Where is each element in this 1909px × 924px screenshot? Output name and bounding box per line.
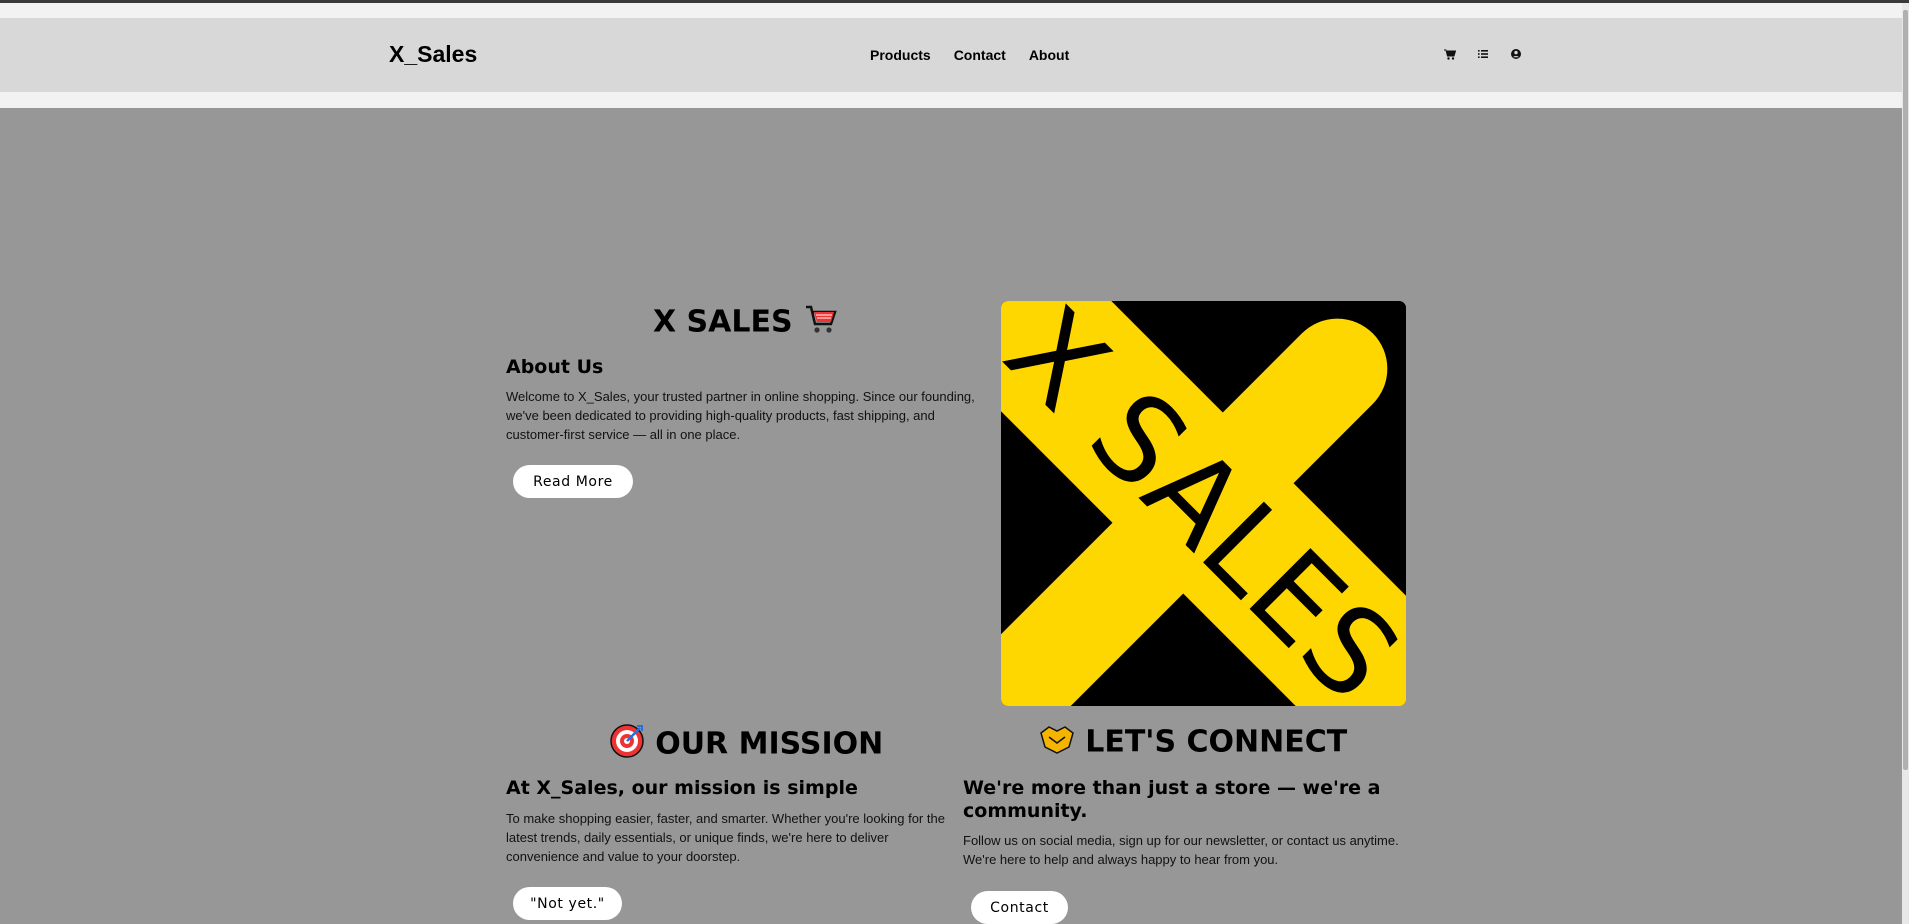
nav-about[interactable]: About bbox=[1029, 47, 1069, 63]
connect-title: LET'S CONNECT bbox=[963, 723, 1423, 763]
connect-text: Follow us on social media, sign up for o… bbox=[963, 833, 1399, 867]
shopping-cart-icon bbox=[803, 302, 839, 344]
navbar-bottom-strip bbox=[0, 92, 1902, 108]
mission-text: To make shopping easier, faster, and sma… bbox=[506, 811, 945, 864]
scrollbar-thumb[interactable] bbox=[1903, 10, 1908, 770]
top-strip bbox=[0, 3, 1902, 18]
user-icon[interactable] bbox=[1509, 47, 1523, 61]
about-text: Welcome to X_Sales, your trusted partner… bbox=[506, 389, 975, 442]
brand-logo-text[interactable]: X_Sales bbox=[389, 41, 477, 68]
read-more-button[interactable]: Read More bbox=[513, 465, 633, 498]
nav-contact[interactable]: Contact bbox=[954, 47, 1006, 63]
about-heading: About Us bbox=[506, 356, 604, 378]
not-yet-button[interactable]: "Not yet." bbox=[513, 887, 622, 920]
contact-button[interactable]: Contact bbox=[971, 891, 1068, 924]
list-icon[interactable] bbox=[1476, 47, 1490, 61]
nav-links: Products Contact About bbox=[870, 47, 1069, 63]
nav-icons bbox=[1443, 47, 1523, 61]
nav-products[interactable]: Products bbox=[870, 47, 931, 63]
cart-icon[interactable] bbox=[1443, 47, 1457, 61]
about-title: X SALES bbox=[506, 302, 986, 344]
about-title-text: X SALES bbox=[652, 304, 793, 340]
mission-heading: At X_Sales, our mission is simple bbox=[506, 777, 858, 799]
x-sales-logo-image: X SALES bbox=[1001, 301, 1406, 706]
connect-heading: We're more than just a store — we're a c… bbox=[963, 777, 1381, 822]
connect-title-text: LET'S CONNECT bbox=[1085, 724, 1348, 760]
target-icon bbox=[609, 723, 645, 767]
mission-title-text: OUR MISSION bbox=[655, 726, 884, 762]
handshake-icon bbox=[1039, 723, 1075, 763]
mission-title: OUR MISSION bbox=[506, 723, 986, 767]
